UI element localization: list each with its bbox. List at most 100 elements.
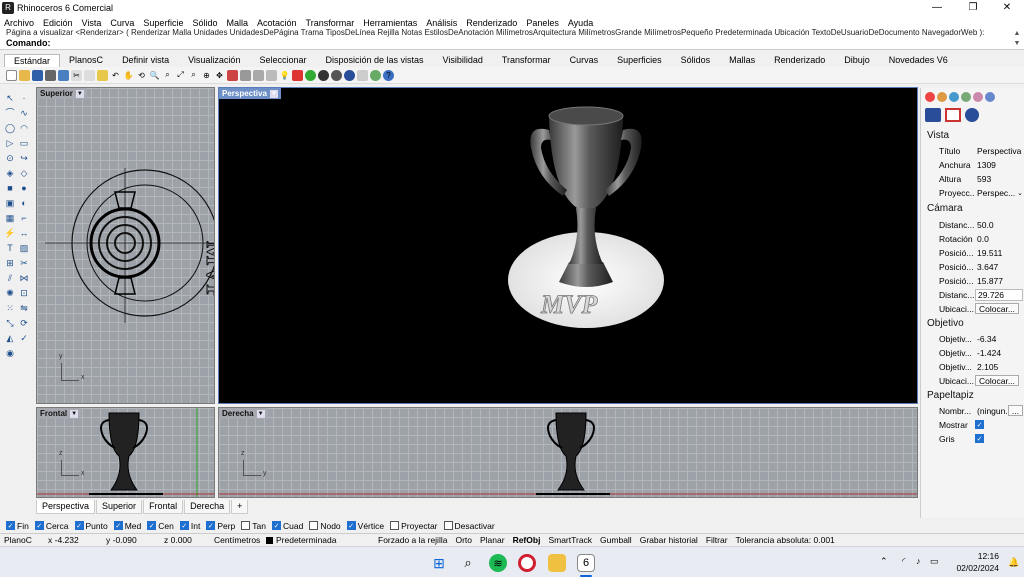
- clock-time[interactable]: 12:16: [955, 551, 999, 561]
- render-sphere-icon[interactable]: [318, 69, 329, 81]
- menu-archivo[interactable]: Archivo: [4, 18, 34, 28]
- circle-icon[interactable]: ◯: [4, 122, 16, 134]
- osnap-fin[interactable]: ✓ Fin: [6, 521, 29, 531]
- zoom-window-icon[interactable]: ⌕: [162, 70, 173, 81]
- polyline-icon[interactable]: ⌒: [4, 107, 16, 119]
- file-explorer-icon[interactable]: [548, 554, 566, 572]
- text-tool-icon[interactable]: T: [4, 242, 16, 254]
- tab-visibilidad[interactable]: Visibilidad: [434, 54, 493, 67]
- tab-novedades[interactable]: Novedades V6: [880, 54, 958, 67]
- prop-objetivo-z[interactable]: Objetiv... 2.105: [939, 360, 1023, 373]
- viewport-top-label[interactable]: Superior ▼: [37, 88, 87, 99]
- osnap-proyectar[interactable]: Proyectar: [390, 521, 438, 531]
- tab-estandar[interactable]: Estándar: [4, 54, 61, 67]
- mesh-icon[interactable]: ▦: [4, 212, 16, 224]
- color-icon[interactable]: [925, 92, 935, 102]
- print-icon[interactable]: [45, 69, 56, 81]
- scale-icon[interactable]: ⤡: [4, 317, 16, 329]
- viewport-top[interactable]: Superior ▼ MVP y x: [36, 87, 215, 404]
- texture-icon[interactable]: [357, 69, 368, 81]
- status-layer[interactable]: Predeterminada: [262, 535, 374, 545]
- menu-solido[interactable]: Sólido: [192, 18, 217, 28]
- osnap-perp[interactable]: ✓ Perp: [206, 521, 235, 531]
- colocar-camera-button[interactable]: Colocar...: [975, 303, 1019, 314]
- viewport-right[interactable]: Derecha ▼ z y: [218, 407, 918, 498]
- prop-distancia[interactable]: Distanc... 50.0: [939, 218, 1023, 231]
- mostrar-checkbox[interactable]: ✓: [975, 420, 984, 429]
- wifi-icon[interactable]: ◜: [902, 556, 906, 567]
- status-grid-snap[interactable]: Forzado a la rejilla: [374, 535, 451, 545]
- maximize-button[interactable]: ❐: [956, 0, 990, 16]
- arc-icon[interactable]: ◠: [18, 122, 30, 134]
- tab-seleccionar[interactable]: Seleccionar: [250, 54, 316, 67]
- library-tab-icon[interactable]: [973, 92, 983, 102]
- tab-curvas[interactable]: Curvas: [561, 54, 609, 67]
- notification-bell-icon[interactable]: 🔔: [1008, 557, 1019, 568]
- zoom-icon[interactable]: 🔍: [149, 70, 160, 81]
- prop-proyeccion[interactable]: Proyecc... Perspec... ⌄: [939, 186, 1023, 199]
- copy-icon[interactable]: [84, 69, 95, 81]
- environment-icon[interactable]: [344, 69, 355, 81]
- menu-edicion[interactable]: Edición: [43, 18, 73, 28]
- chevron-up-icon[interactable]: ⌃: [880, 556, 888, 567]
- extrude-icon[interactable]: ▣: [4, 197, 16, 209]
- menu-ayuda[interactable]: Ayuda: [568, 18, 593, 28]
- trim-icon[interactable]: ✂: [18, 257, 30, 269]
- rhino-taskbar-icon[interactable]: 6: [577, 554, 595, 572]
- rotate-icon[interactable]: ⟳: [18, 317, 30, 329]
- clock-date[interactable]: 02/02/2024: [950, 563, 999, 573]
- viewport-props-icon[interactable]: [945, 108, 961, 122]
- add-viewport-tab-button[interactable]: +: [231, 499, 249, 514]
- prop-posicion-y[interactable]: Posició... 3.647: [939, 260, 1023, 273]
- surface-icon[interactable]: ◈: [4, 167, 16, 179]
- select-icon[interactable]: [227, 69, 238, 81]
- prop-distancia-2[interactable]: Distanc... 29.726: [939, 288, 1023, 301]
- prop-gris[interactable]: Gris ✓: [939, 432, 1023, 445]
- osnap-desactivar[interactable]: Desactivar: [443, 521, 495, 531]
- osnap-vertice[interactable]: ✓ Vértice: [346, 521, 384, 531]
- move-icon[interactable]: ✥: [214, 70, 225, 81]
- render-tool-icon[interactable]: ◉: [4, 347, 16, 359]
- vptab-superior[interactable]: Superior: [96, 499, 143, 514]
- viewport-front[interactable]: Frontal ▼ z x: [36, 407, 215, 498]
- tab-planosc[interactable]: PlanosC: [60, 54, 113, 67]
- zoom-all-icon[interactable]: ⊕: [201, 70, 212, 81]
- prop-mostrar[interactable]: Mostrar ✓: [939, 418, 1023, 431]
- ellipse-icon[interactable]: ⊙: [4, 152, 16, 164]
- osnap-int[interactable]: ✓ Int: [179, 521, 200, 531]
- status-cplane[interactable]: PlanoC: [0, 535, 44, 545]
- light-tool-icon[interactable]: ⚡: [4, 227, 16, 239]
- zoom-extents-icon[interactable]: ⤢: [175, 70, 186, 81]
- curve-icon[interactable]: ∿: [18, 107, 30, 119]
- join-icon[interactable]: ⋈: [18, 272, 30, 284]
- point-icon[interactable]: ·: [18, 92, 30, 104]
- search-icon[interactable]: ⌕: [459, 554, 477, 572]
- chevron-down-icon[interactable]: ⌄: [1017, 189, 1023, 197]
- tab-solidos[interactable]: Sólidos: [672, 54, 721, 67]
- import-icon[interactable]: [58, 69, 69, 81]
- lock-icon[interactable]: [253, 69, 264, 81]
- gris-checkbox[interactable]: ✓: [975, 434, 984, 443]
- command-scroll-arrows[interactable]: ▲ ▼: [1012, 29, 1022, 49]
- paste-icon[interactable]: [97, 69, 108, 81]
- tab-dibujo[interactable]: Dibujo: [835, 54, 880, 67]
- ground-plane-icon[interactable]: [370, 69, 381, 81]
- status-smarttrack[interactable]: SmartTrack: [544, 535, 596, 545]
- status-planar[interactable]: Planar: [476, 535, 509, 545]
- status-history[interactable]: Grabar historial: [636, 535, 702, 545]
- hatch-icon[interactable]: ▨: [18, 242, 30, 254]
- tab-visualizacion[interactable]: Visualización: [179, 54, 250, 67]
- status-ortho[interactable]: Orto: [451, 535, 476, 545]
- menu-superficie[interactable]: Superficie: [143, 18, 183, 28]
- menu-transformar[interactable]: Transformar: [306, 18, 355, 28]
- tab-transformar[interactable]: Transformar: [493, 54, 561, 67]
- block-icon[interactable]: ⊞: [4, 257, 16, 269]
- osnap-nodo[interactable]: Nodo: [309, 521, 341, 531]
- mirror-icon[interactable]: ⇋: [18, 302, 30, 314]
- dimension-icon[interactable]: ↔: [18, 227, 30, 239]
- split-icon[interactable]: ⫽: [4, 272, 16, 284]
- speaker-icon[interactable]: ♪: [916, 556, 921, 566]
- loft-icon[interactable]: ◇: [18, 167, 30, 179]
- status-filter[interactable]: Filtrar: [702, 535, 732, 545]
- viewport-perspective[interactable]: Perspectiva ▼ MVP: [218, 87, 918, 404]
